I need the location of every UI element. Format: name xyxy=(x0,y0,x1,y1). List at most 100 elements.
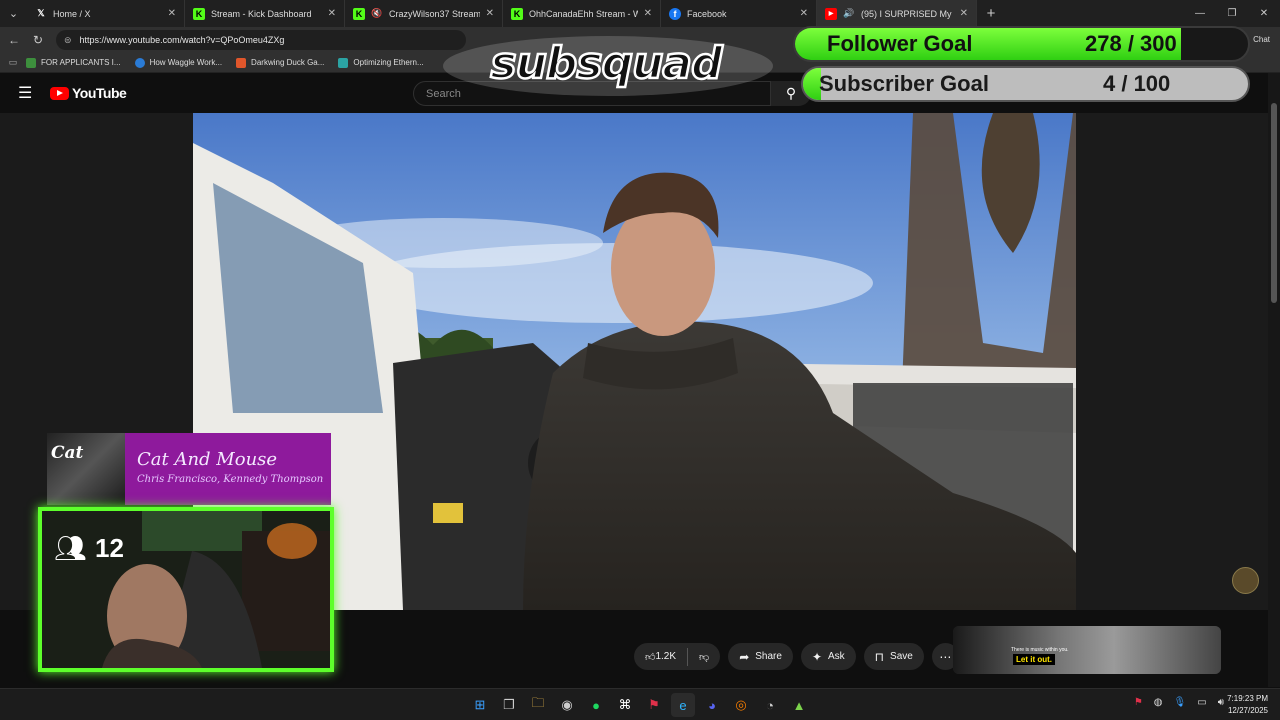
app-icon[interactable]: ⌘ xyxy=(613,693,637,717)
tab-facebook[interactable]: f Facebook ✕ xyxy=(661,0,817,27)
tab-title: Facebook xyxy=(687,8,727,19)
bookmark-item[interactable]: Optimizing Ethern... xyxy=(338,57,424,68)
like-count: 1.2K xyxy=(655,651,677,662)
tray-pin-icon[interactable]: ⚑ xyxy=(1134,697,1143,708)
chat-label[interactable]: Chat xyxy=(1253,35,1270,44)
subsquad-logo: subsquad xyxy=(443,36,773,96)
discord-icon[interactable]: ◕ xyxy=(700,693,724,717)
windows-start-icon[interactable]: ⊞ xyxy=(468,693,492,717)
system-tray: ⚑ ◍ 🎙︎ ▭ 🔊︎ xyxy=(1123,697,1224,708)
sparkle-icon: ✦ xyxy=(811,649,822,664)
bookmark-label: Darkwing Duck Ga... xyxy=(251,58,325,67)
task-view-icon[interactable]: ❐ xyxy=(497,693,521,717)
reading-list-icon[interactable]: ▭ xyxy=(0,57,26,68)
save-label: Save xyxy=(890,651,913,662)
windows-taskbar: ⊞ ❐ 🗀 ◉ ● ⌘ ⚑ e ◕ ◎ ◔ ▲ ⚑ ◍ 🎙︎ ▭ 🔊︎ 7:19… xyxy=(0,688,1280,720)
close-tab-icon[interactable]: ✕ xyxy=(328,8,336,19)
tab-search-icon[interactable]: ⌄ xyxy=(0,0,27,27)
back-icon[interactable]: ← xyxy=(2,33,26,47)
tab-title: OhhCanadaEhh Stream - Watch Li xyxy=(529,8,638,19)
bookmark-item[interactable]: FOR APPLICANTS I... xyxy=(26,57,121,68)
youtube-play-icon xyxy=(50,86,69,100)
reload-icon[interactable]: ↻ xyxy=(26,33,50,47)
clock[interactable]: 7:19:23 PM 12/27/2025 xyxy=(1227,693,1268,717)
close-tab-icon[interactable]: ✕ xyxy=(644,8,652,19)
share-icon: ➦ xyxy=(739,649,750,664)
youtube-logo[interactable]: YouTube xyxy=(50,85,127,101)
subscriber-goal-value: 4 / 100 xyxy=(1103,71,1171,96)
close-window-icon[interactable]: ✕ xyxy=(1248,8,1280,19)
location-pin-icon[interactable]: ⚑ xyxy=(642,693,666,717)
viewer-count: 👥︎ 12 xyxy=(54,533,124,564)
close-tab-icon[interactable]: ✕ xyxy=(800,8,808,19)
more-icon: ⋯ xyxy=(939,649,952,664)
tab-title: (95) I SURPRISED My Wife wit xyxy=(861,8,954,19)
like-button[interactable]: 👍︎ 1.2K xyxy=(634,651,687,663)
song-title: Cat And Mouse xyxy=(137,449,278,470)
bookmark-item[interactable]: Darkwing Duck Ga... xyxy=(236,57,325,68)
tab-x-home[interactable]: 𝕏 Home / X ✕ xyxy=(27,0,185,27)
bookmark-icon xyxy=(236,57,247,68)
bookmark-label: Optimizing Ethern... xyxy=(353,58,424,67)
tray-app-icon[interactable]: ◍ xyxy=(1154,697,1163,708)
now-playing-widget: Cat Cat And Mouse Chris Francisco, Kenne… xyxy=(47,433,331,505)
network-icon[interactable]: ▭ xyxy=(1197,697,1206,708)
close-tab-icon[interactable]: ✕ xyxy=(486,8,494,19)
tab-youtube-video[interactable]: ▶ 🔊 (95) I SURPRISED My Wife wit ✕ xyxy=(817,0,977,27)
window-controls: — ❐ ✕ xyxy=(1184,0,1280,27)
edge-browser-icon[interactable]: e xyxy=(671,693,695,717)
browser-tab-strip: ⌄ 𝕏 Home / X ✕ K Stream - Kick Dashboard… xyxy=(0,0,1280,27)
tab-ohhcanada-stream[interactable]: K OhhCanadaEhh Stream - Watch Li ✕ xyxy=(503,0,661,27)
close-tab-icon[interactable]: ✕ xyxy=(168,8,176,19)
bookmark-icon xyxy=(26,57,36,68)
bookmark-icon xyxy=(338,57,349,68)
obs-icon[interactable]: ◉ xyxy=(555,693,579,717)
page-scrollbar[interactable] xyxy=(1268,73,1280,687)
url-field[interactable]: ⊜ https://www.youtube.com/watch?v=QPoOme… xyxy=(56,30,466,50)
file-explorer-icon[interactable]: 🗀 xyxy=(526,693,550,717)
speaker-icon[interactable]: 🔊 xyxy=(843,8,855,20)
tab-crazywilson-stream[interactable]: K 🔇 CrazyWilson37 Stream - Watc ✕ xyxy=(345,0,503,27)
search-icon: ⚲ xyxy=(785,85,797,101)
save-button[interactable]: ⊓ Save xyxy=(863,643,924,670)
viewer-count-value: 12 xyxy=(95,533,124,563)
tab-title: Stream - Kick Dashboard xyxy=(211,8,312,19)
thumbs-up-icon: 👍︎ xyxy=(645,651,656,663)
dislike-button[interactable]: 👎︎ xyxy=(688,651,720,663)
subscriber-goal-bar: Subscriber Goal 4 / 100 xyxy=(801,66,1250,102)
ask-button[interactable]: ✦ Ask xyxy=(800,643,856,670)
song-artist: Chris Francisco, Kennedy Thompson xyxy=(137,474,324,485)
kick-icon: K xyxy=(353,7,365,20)
like-dislike-group: 👍︎ 1.2K 👎︎ xyxy=(634,643,721,670)
speaker-muted-icon[interactable]: 🔇 xyxy=(371,8,383,20)
chrome-icon[interactable]: ◎ xyxy=(729,693,753,717)
restore-icon[interactable]: ❐ xyxy=(1216,8,1248,19)
follower-goal-value: 278 / 300 xyxy=(1085,31,1177,56)
menu-icon[interactable]: ☰ xyxy=(18,83,40,103)
share-button[interactable]: ➦ Share xyxy=(728,643,793,670)
kick-icon: K xyxy=(511,7,523,20)
bookmark-label: FOR APPLICANTS I... xyxy=(41,58,121,67)
scrollbar-thumb[interactable] xyxy=(1271,103,1277,303)
share-label: Share xyxy=(755,651,782,662)
minimize-icon[interactable]: — xyxy=(1184,8,1216,19)
speedometer-icon[interactable]: ◔ xyxy=(758,693,782,717)
spotify-icon[interactable]: ● xyxy=(584,693,608,717)
webcam-frame: 👥︎ 12 xyxy=(38,507,334,672)
related-video-thumbnail[interactable]: There is music within you. Let it out. xyxy=(953,626,1221,674)
close-tab-icon[interactable]: ✕ xyxy=(960,8,968,19)
new-tab-icon[interactable]: + xyxy=(977,5,1005,22)
volume-icon[interactable]: 🔊︎ xyxy=(1218,697,1224,708)
facebook-icon: f xyxy=(669,7,681,20)
channel-watermark-icon[interactable] xyxy=(1232,567,1259,594)
thumbnail-image xyxy=(953,626,1221,674)
bookmark-item[interactable]: How Waggle Work... xyxy=(134,57,222,68)
brand-text: subsquad xyxy=(490,38,723,89)
app-triangle-icon[interactable]: ▲ xyxy=(787,693,811,717)
youtube-wordmark: YouTube xyxy=(72,85,127,101)
site-info-icon[interactable]: ⊜ xyxy=(64,35,72,46)
bookmark-icon xyxy=(134,57,145,68)
album-art: Cat xyxy=(47,433,125,505)
microphone-icon[interactable]: 🎙︎ xyxy=(1174,697,1187,708)
tab-kick-dashboard[interactable]: K Stream - Kick Dashboard ✕ xyxy=(185,0,345,27)
